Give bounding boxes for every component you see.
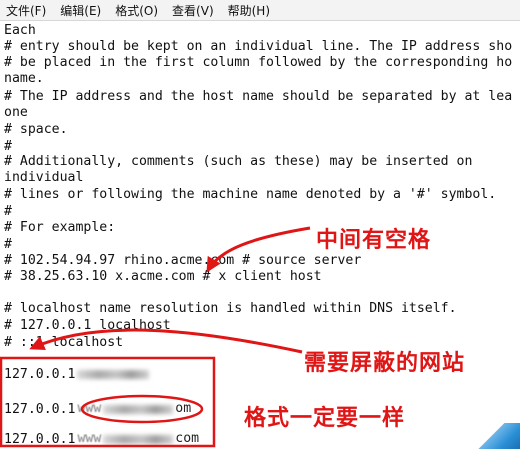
arrow-to-entries [29, 328, 303, 354]
corner-decoration [476, 423, 520, 449]
domain-highlight-ellipse [80, 394, 204, 424]
space-annotation: 中间有空格 [316, 228, 432, 253]
format-annotation: 格式一定要一样 [244, 406, 406, 431]
entries-highlight-box [0, 356, 216, 448]
blocked-sites-annotation: 需要屏蔽的网站 [304, 351, 466, 376]
arrow-to-space [206, 226, 311, 273]
annotation-overlay [0, 226, 311, 448]
